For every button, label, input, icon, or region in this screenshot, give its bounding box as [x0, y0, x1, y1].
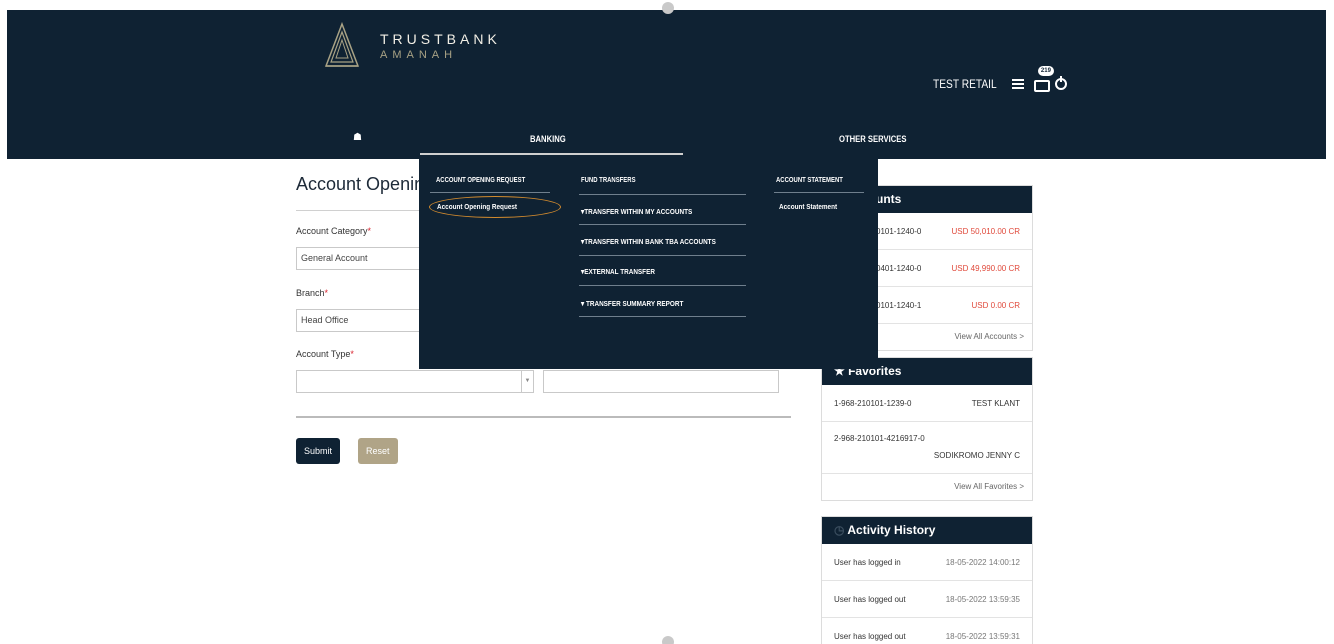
trustbank-logo-icon — [324, 22, 360, 67]
page-title: Account Openin — [296, 174, 425, 194]
favorite-row[interactable]: 1-968-210101-1239-0 TEST KLANT — [822, 385, 1032, 422]
favorites-panel: ★ Favorites 1-968-210101-1239-0 TEST KLA… — [821, 357, 1033, 501]
nav-other-services[interactable]: OTHER SERVICES — [839, 134, 906, 144]
divider — [774, 192, 864, 193]
user-area: TEST RETAIL 219 — [933, 66, 1067, 92]
chevron-down-icon[interactable]: ▼ — [521, 371, 533, 392]
favorite-row[interactable]: 2-968-210101-4216917-0 SODIKROMO JENNY C — [822, 422, 1032, 474]
mail-count-badge: 219 — [1037, 66, 1054, 76]
menu-item-transfer-within-my-accounts[interactable]: ▾TRANSFER WITHIN MY ACCOUNTS — [581, 207, 692, 216]
brand-subname: AMANAH — [380, 49, 458, 61]
branch-label: Branch* — [296, 288, 329, 298]
brand-logo[interactable]: TRUSTBANK AMANAH — [290, 22, 501, 70]
brand-name: TRUSTBANK — [380, 31, 501, 47]
clock-icon: ◷ — [834, 523, 848, 537]
activity-panel: ◷ Activity History User has logged in 18… — [821, 516, 1033, 644]
menu-item-account-statement[interactable]: Account Statement — [779, 202, 837, 211]
menu-item-transfer-summary-report[interactable]: ▾ TRANSFER SUMMARY REPORT — [581, 299, 683, 308]
banking-mega-menu: ACCOUNT OPENING REQUEST Account Opening … — [419, 159, 878, 369]
reset-button[interactable]: Reset — [358, 438, 398, 464]
divider — [579, 224, 746, 225]
highlight-annotation-oval — [429, 196, 561, 218]
hamburger-menu-icon[interactable] — [1011, 77, 1024, 91]
mega-col-fund-transfers-title: FUND TRANSFERS — [581, 177, 636, 184]
user-name[interactable]: TEST RETAIL — [933, 77, 997, 91]
account-type-detail-input[interactable] — [543, 370, 779, 393]
activity-row: User has logged out 18-05-2022 13:59:35 — [822, 581, 1032, 618]
activity-row: User has logged out 18-05-2022 13:59:31 — [822, 618, 1032, 644]
menu-item-transfer-within-bank[interactable]: ▾TRANSFER WITHIN BANK TBA ACCOUNTS — [581, 237, 716, 246]
mega-col-account-opening-title: ACCOUNT OPENING REQUEST — [436, 177, 526, 184]
main-nav: ☗ BANKING OTHER SERVICES — [7, 125, 1326, 159]
divider — [296, 416, 791, 418]
divider — [579, 285, 746, 286]
divider — [579, 255, 746, 256]
activity-panel-title: ◷ Activity History — [822, 517, 1032, 544]
submit-button[interactable]: Submit — [296, 438, 341, 464]
divider — [430, 192, 550, 193]
account-type-select[interactable]: ▼ — [296, 370, 534, 393]
mail-icon[interactable]: 219 — [1033, 66, 1054, 92]
activity-row: User has logged in 18-05-2022 14:00:12 — [822, 544, 1032, 581]
menu-item-external-transfer[interactable]: ▾EXTERNAL TRANSFER — [581, 267, 655, 276]
scroll-indicator-bottom — [662, 636, 674, 644]
account-category-label: Account Category* — [296, 226, 372, 236]
view-all-favorites-link[interactable]: View All Favorites > — [822, 474, 1032, 500]
divider — [579, 194, 746, 195]
nav-active-underline — [420, 153, 683, 155]
home-icon[interactable]: ☗ — [353, 132, 362, 143]
scroll-indicator-top — [662, 2, 674, 14]
mega-col-account-statement-title: ACCOUNT STATEMENT — [776, 177, 843, 184]
logout-power-icon[interactable] — [1054, 76, 1067, 90]
account-type-label: Account Type* — [296, 349, 354, 359]
nav-banking[interactable]: BANKING — [530, 134, 566, 144]
divider — [579, 316, 746, 317]
